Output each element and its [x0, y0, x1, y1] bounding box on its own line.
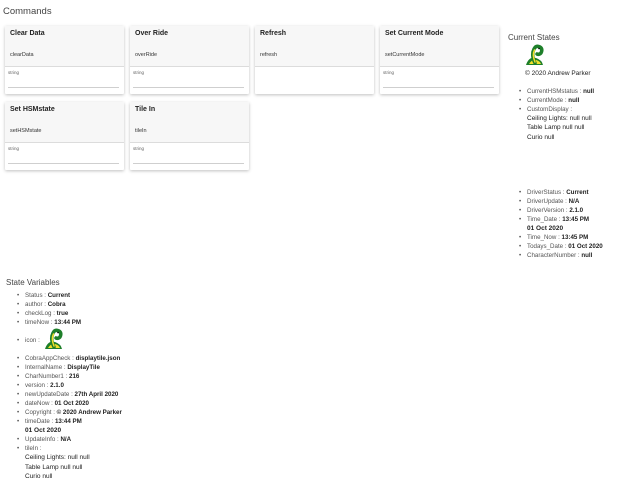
field-hint: string	[8, 146, 20, 151]
card-title: Clear Data	[10, 30, 45, 37]
var-copyright: Copyright : © 2020 Andrew Parker	[16, 408, 216, 417]
var-cobra-app-check: CobraAppCheck : displaytile.json	[16, 354, 216, 363]
time-date-extra: 01 Oct 2020	[527, 225, 564, 232]
var-version: version : 2.1.0	[16, 381, 216, 390]
state-todays-date: Todays_Date : 01 Oct 2020	[518, 242, 618, 251]
command-card-tile-in[interactable]: Tile In tileIn string	[130, 102, 249, 170]
tile-in-button[interactable]: Tile In tileIn	[130, 102, 249, 143]
set-hsmstate-input[interactable]: string	[7, 145, 120, 165]
state-variables-list: Status : Current author : Cobra checkLog…	[16, 291, 216, 482]
card-method: setCurrentMode	[385, 52, 425, 58]
card-method: tileIn	[135, 128, 147, 134]
state-time-now: Time_Now : 13:45 PM	[518, 233, 618, 242]
field-underline	[133, 87, 244, 88]
state-time-date: Time_Date : 13:45 PM 01 Oct 2020	[518, 215, 618, 233]
custom-display-line: Table Lamp null null	[527, 124, 585, 132]
cobra-logo-icon	[42, 328, 68, 353]
card-title: Set Current Mode	[385, 30, 444, 37]
field-underline	[383, 87, 494, 88]
set-current-mode-input[interactable]: string	[382, 69, 495, 89]
custom-display-line: Curio null	[527, 133, 555, 141]
card-title: Tile In	[135, 106, 156, 113]
current-states-list: CurrentHSMstatus : null CurrentMode : nu…	[518, 87, 618, 142]
field-underline	[133, 163, 244, 164]
commands-title: Commands	[3, 6, 52, 17]
command-card-set-current-mode[interactable]: Set Current Mode setCurrentMode string	[380, 26, 499, 94]
current-states-copyright: © 2020 Andrew Parker	[525, 70, 591, 77]
tile-in-line: Table Lamp null null	[25, 463, 83, 471]
clear-data-input[interactable]: string	[7, 69, 120, 89]
state-driver-update: DriverUpdate : N/A	[518, 197, 618, 206]
var-time-now: timeNow : 13:44 PM	[16, 318, 216, 327]
card-method: setHSMstate	[10, 128, 42, 134]
card-method: overRide	[135, 52, 158, 58]
current-states-title: Current States	[508, 33, 560, 42]
tile-in-input[interactable]: string	[132, 145, 245, 165]
state-custom-display: CustomDisplay : Ceiling Lights: null nul…	[518, 105, 618, 142]
card-method: refresh	[260, 52, 278, 58]
set-hsmstate-button[interactable]: Set HSMstate setHSMstate	[5, 102, 124, 143]
var-new-update-date: newUpdateDate : 27th April 2020	[16, 390, 216, 399]
card-title: Refresh	[260, 30, 287, 37]
state-current-hsm-status: CurrentHSMstatus : null	[518, 87, 618, 96]
tile-in-line: Curio null	[25, 473, 53, 481]
field-hint: string	[383, 70, 395, 75]
cobra-logo-icon	[523, 44, 549, 69]
clear-data-button[interactable]: Clear Data clearData	[5, 26, 124, 67]
var-internal-name: InternalName : DisplayTile	[16, 363, 216, 372]
refresh-button[interactable]: Refresh refresh	[255, 26, 374, 67]
over-ride-input[interactable]: string	[132, 69, 245, 89]
state-character-number: CharacterNumber : null	[518, 251, 618, 260]
var-char-number1: CharNumber1 : 216	[16, 372, 216, 381]
var-author: author : Cobra	[16, 300, 216, 309]
var-icon: icon :	[16, 327, 216, 354]
var-date-now: dateNow : 01 Oct 2020	[16, 399, 216, 408]
var-check-log: checkLog : true	[16, 309, 216, 318]
set-current-mode-button[interactable]: Set Current Mode setCurrentMode	[380, 26, 499, 67]
state-driver-status: DriverStatus : Current	[518, 188, 618, 197]
var-status: Status : Current	[16, 291, 216, 300]
card-title: Over Ride	[135, 30, 169, 37]
state-variables-title: State Variables	[6, 278, 60, 287]
state-current-mode: CurrentMode : null	[518, 96, 618, 105]
field-hint: string	[133, 70, 145, 75]
time-date-extra: 01 Oct 2020	[25, 427, 62, 434]
field-underline	[8, 163, 119, 164]
over-ride-button[interactable]: Over Ride overRide	[130, 26, 249, 67]
command-card-set-hsmstate[interactable]: Set HSMstate setHSMstate string	[5, 102, 124, 170]
current-states-list-2: DriverStatus : Current DriverUpdate : N/…	[518, 188, 618, 260]
command-card-clear-data[interactable]: Clear Data clearData string	[5, 26, 124, 94]
field-underline	[8, 87, 119, 88]
field-hint: string	[133, 146, 145, 151]
state-driver-version: DriverVersion : 2.1.0	[518, 206, 618, 215]
current-states-logo	[523, 44, 549, 69]
command-card-refresh[interactable]: Refresh refresh	[255, 26, 374, 94]
card-title: Set HSMstate	[10, 106, 55, 113]
card-method: clearData	[10, 52, 34, 58]
var-update-info: UpdateInfo : N/A	[16, 435, 216, 444]
tile-in-line: Ceiling Lights: null null	[25, 454, 90, 462]
command-card-over-ride[interactable]: Over Ride overRide string	[130, 26, 249, 94]
custom-display-line: Ceiling Lights: null null	[527, 115, 592, 122]
var-tile-in: tileIn : Ceiling Lights: null null Table…	[16, 444, 216, 481]
field-hint: string	[8, 70, 20, 75]
var-time-date: timeDate : 13:44 PM 01 Oct 2020	[16, 417, 216, 435]
